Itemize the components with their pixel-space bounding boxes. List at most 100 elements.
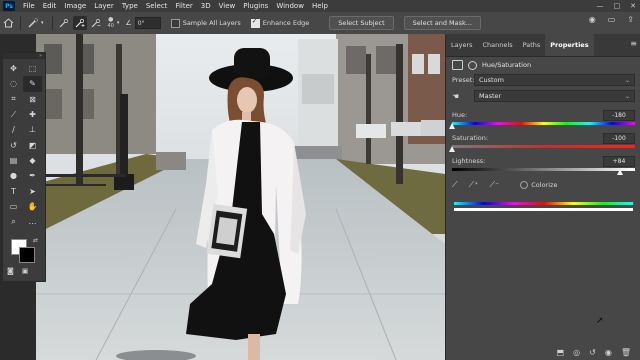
- tab-channels[interactable]: Channels: [478, 34, 518, 56]
- minimize-button[interactable]: —: [597, 2, 604, 10]
- photoshop-logo: Ps: [3, 1, 15, 11]
- hue-slider-thumb[interactable]: [449, 123, 455, 129]
- view-previous-state-icon[interactable]: ◎: [573, 348, 580, 357]
- path-selection-tool-icon[interactable]: ➤: [23, 183, 42, 198]
- hue-slider-track[interactable]: [449, 122, 635, 129]
- more-tools-icon[interactable]: …: [23, 214, 42, 229]
- tool-preset-chevron-icon[interactable]: ▾: [41, 20, 44, 26]
- move-tool-icon[interactable]: ✥: [4, 61, 23, 76]
- enhance-edge-label: Enhance Edge: [262, 19, 310, 27]
- swap-colors-icon[interactable]: ⇄: [33, 237, 38, 244]
- frame-tool-icon[interactable]: ⊠: [23, 92, 42, 107]
- lightness-value-field[interactable]: +84: [603, 155, 635, 167]
- hand-tool-icon[interactable]: ✋: [23, 199, 42, 214]
- channel-row: ☚ Master ⌄: [446, 89, 640, 103]
- document-canvas[interactable]: [36, 34, 445, 360]
- blur-tool-icon[interactable]: ◆: [23, 153, 42, 168]
- select-subject-button[interactable]: Select Subject: [329, 16, 394, 30]
- menu-image[interactable]: Image: [60, 2, 90, 10]
- tab-paths[interactable]: Paths: [518, 34, 546, 56]
- eyedropper-minus-icon[interactable]: ⟋⁻: [489, 180, 499, 190]
- gradient-tool-icon[interactable]: ▤: [4, 153, 23, 168]
- menu-plugins[interactable]: Plugins: [239, 2, 272, 10]
- marquee-tool-icon[interactable]: ⬚: [23, 61, 42, 76]
- add-to-selection-mode-icon[interactable]: [72, 16, 87, 30]
- delete-icon[interactable]: 🗑: [621, 348, 631, 357]
- properties-header: Hue/Saturation: [446, 57, 640, 73]
- history-brush-tool-icon[interactable]: ↺: [4, 137, 23, 152]
- reset-icon[interactable]: ↺: [589, 348, 596, 357]
- maximize-button[interactable]: □: [614, 2, 621, 10]
- channel-select[interactable]: Master ⌄: [474, 90, 635, 102]
- layer-mask-icon[interactable]: [468, 60, 477, 70]
- menu-select[interactable]: Select: [142, 2, 172, 10]
- options-right-icons: ◉ ▭ ⇪: [589, 15, 634, 24]
- quick-selection-tool-icon[interactable]: [25, 15, 41, 31]
- account-icon[interactable]: ◉: [589, 15, 596, 24]
- clip-to-layer-icon[interactable]: ⬒: [557, 348, 565, 357]
- zoom-tool-icon[interactable]: ⌕: [4, 214, 23, 229]
- menu-file[interactable]: File: [19, 2, 39, 10]
- options-bar: ▾ ● 40 ▾ ∠ 0° Sample All Layers Enhance …: [0, 12, 640, 35]
- pen-tool-icon[interactable]: ✒: [23, 168, 42, 183]
- new-selection-mode-icon[interactable]: [57, 16, 71, 30]
- adjustment-title: Hue/Saturation: [482, 61, 532, 69]
- menu-window[interactable]: Window: [272, 2, 308, 10]
- lightness-slider-track[interactable]: [452, 168, 635, 175]
- saturation-slider-track[interactable]: [449, 145, 635, 152]
- menu-layer[interactable]: Layer: [90, 2, 118, 10]
- home-icon[interactable]: [0, 15, 16, 31]
- toolbar-bottom-icons: ◙ ▣: [7, 267, 28, 275]
- select-and-mask-button[interactable]: Select and Mask...: [403, 16, 481, 30]
- eraser-tool-icon[interactable]: ◩: [23, 137, 42, 152]
- quick-selection-tool-icon[interactable]: ✎: [23, 76, 42, 92]
- angle-field[interactable]: 0°: [134, 17, 161, 29]
- menu-help[interactable]: Help: [308, 2, 332, 10]
- toggle-visibility-icon[interactable]: ◉: [605, 348, 612, 357]
- screen-mode-icon[interactable]: ▣: [22, 267, 29, 275]
- window-controls: — □ ✕: [597, 0, 637, 12]
- brush-chevron-icon[interactable]: ▾: [117, 20, 120, 26]
- lightness-label: Lightness:: [452, 157, 486, 165]
- type-tool-icon[interactable]: T: [4, 183, 23, 198]
- clone-stamp-tool-icon[interactable]: ⊥: [23, 122, 42, 137]
- healing-brush-tool-icon[interactable]: ✚: [23, 107, 42, 122]
- dodge-tool-icon[interactable]: ●: [4, 168, 23, 183]
- hue-value-field[interactable]: -180: [603, 109, 635, 121]
- menu-view[interactable]: View: [215, 2, 240, 10]
- enhance-edge-checkbox[interactable]: Enhance Edge: [250, 17, 310, 28]
- panel-menu-icon[interactable]: ≡: [630, 39, 637, 48]
- brush-size-picker[interactable]: ● 40: [108, 17, 114, 30]
- rectangle-tool-icon[interactable]: ▭: [4, 199, 23, 214]
- colorize-checkbox[interactable]: Colorize: [520, 181, 557, 189]
- menu-type[interactable]: Type: [118, 2, 142, 10]
- eyedropper-plus-icon[interactable]: ⟋⁺: [469, 180, 479, 190]
- saturation-value-field[interactable]: -100: [603, 132, 635, 144]
- lasso-tool-icon[interactable]: ◌: [4, 76, 23, 91]
- tab-layers[interactable]: Layers: [446, 34, 478, 56]
- eyedropper-tool-icon[interactable]: ⟋: [4, 107, 23, 122]
- saturation-label: Saturation:: [452, 134, 489, 142]
- angle-icon: ∠: [125, 19, 132, 27]
- preset-select[interactable]: Custom ⌄: [474, 74, 635, 86]
- quick-mask-icon[interactable]: ◙: [7, 267, 14, 275]
- brush-tool-icon[interactable]: ∕: [4, 122, 23, 137]
- crop-tool-icon[interactable]: ⌗: [4, 92, 23, 107]
- eyedropper-icon[interactable]: ⟋: [452, 180, 458, 190]
- lightness-slider-thumb[interactable]: [617, 169, 624, 175]
- menu-edit[interactable]: Edit: [39, 2, 61, 10]
- saturation-slider-thumb[interactable]: [449, 146, 455, 152]
- sample-all-layers-checkbox[interactable]: Sample All Layers: [170, 18, 241, 28]
- background-color-swatch[interactable]: [19, 247, 35, 263]
- color-swatches[interactable]: ⇄: [11, 237, 41, 263]
- share-icon[interactable]: ⇪: [627, 15, 634, 24]
- tab-properties[interactable]: Properties: [545, 34, 594, 56]
- targeted-adjustment-hand-icon[interactable]: ☚: [452, 92, 474, 101]
- adjustment-layer-icon: [452, 60, 463, 70]
- menu-3d[interactable]: 3D: [197, 2, 215, 10]
- workspace-icon[interactable]: ▭: [608, 15, 616, 24]
- subtract-from-selection-mode-icon[interactable]: [89, 16, 103, 30]
- close-button[interactable]: ✕: [630, 2, 636, 10]
- menu-filter[interactable]: Filter: [171, 2, 196, 10]
- preset-label: Preset:: [452, 76, 475, 84]
